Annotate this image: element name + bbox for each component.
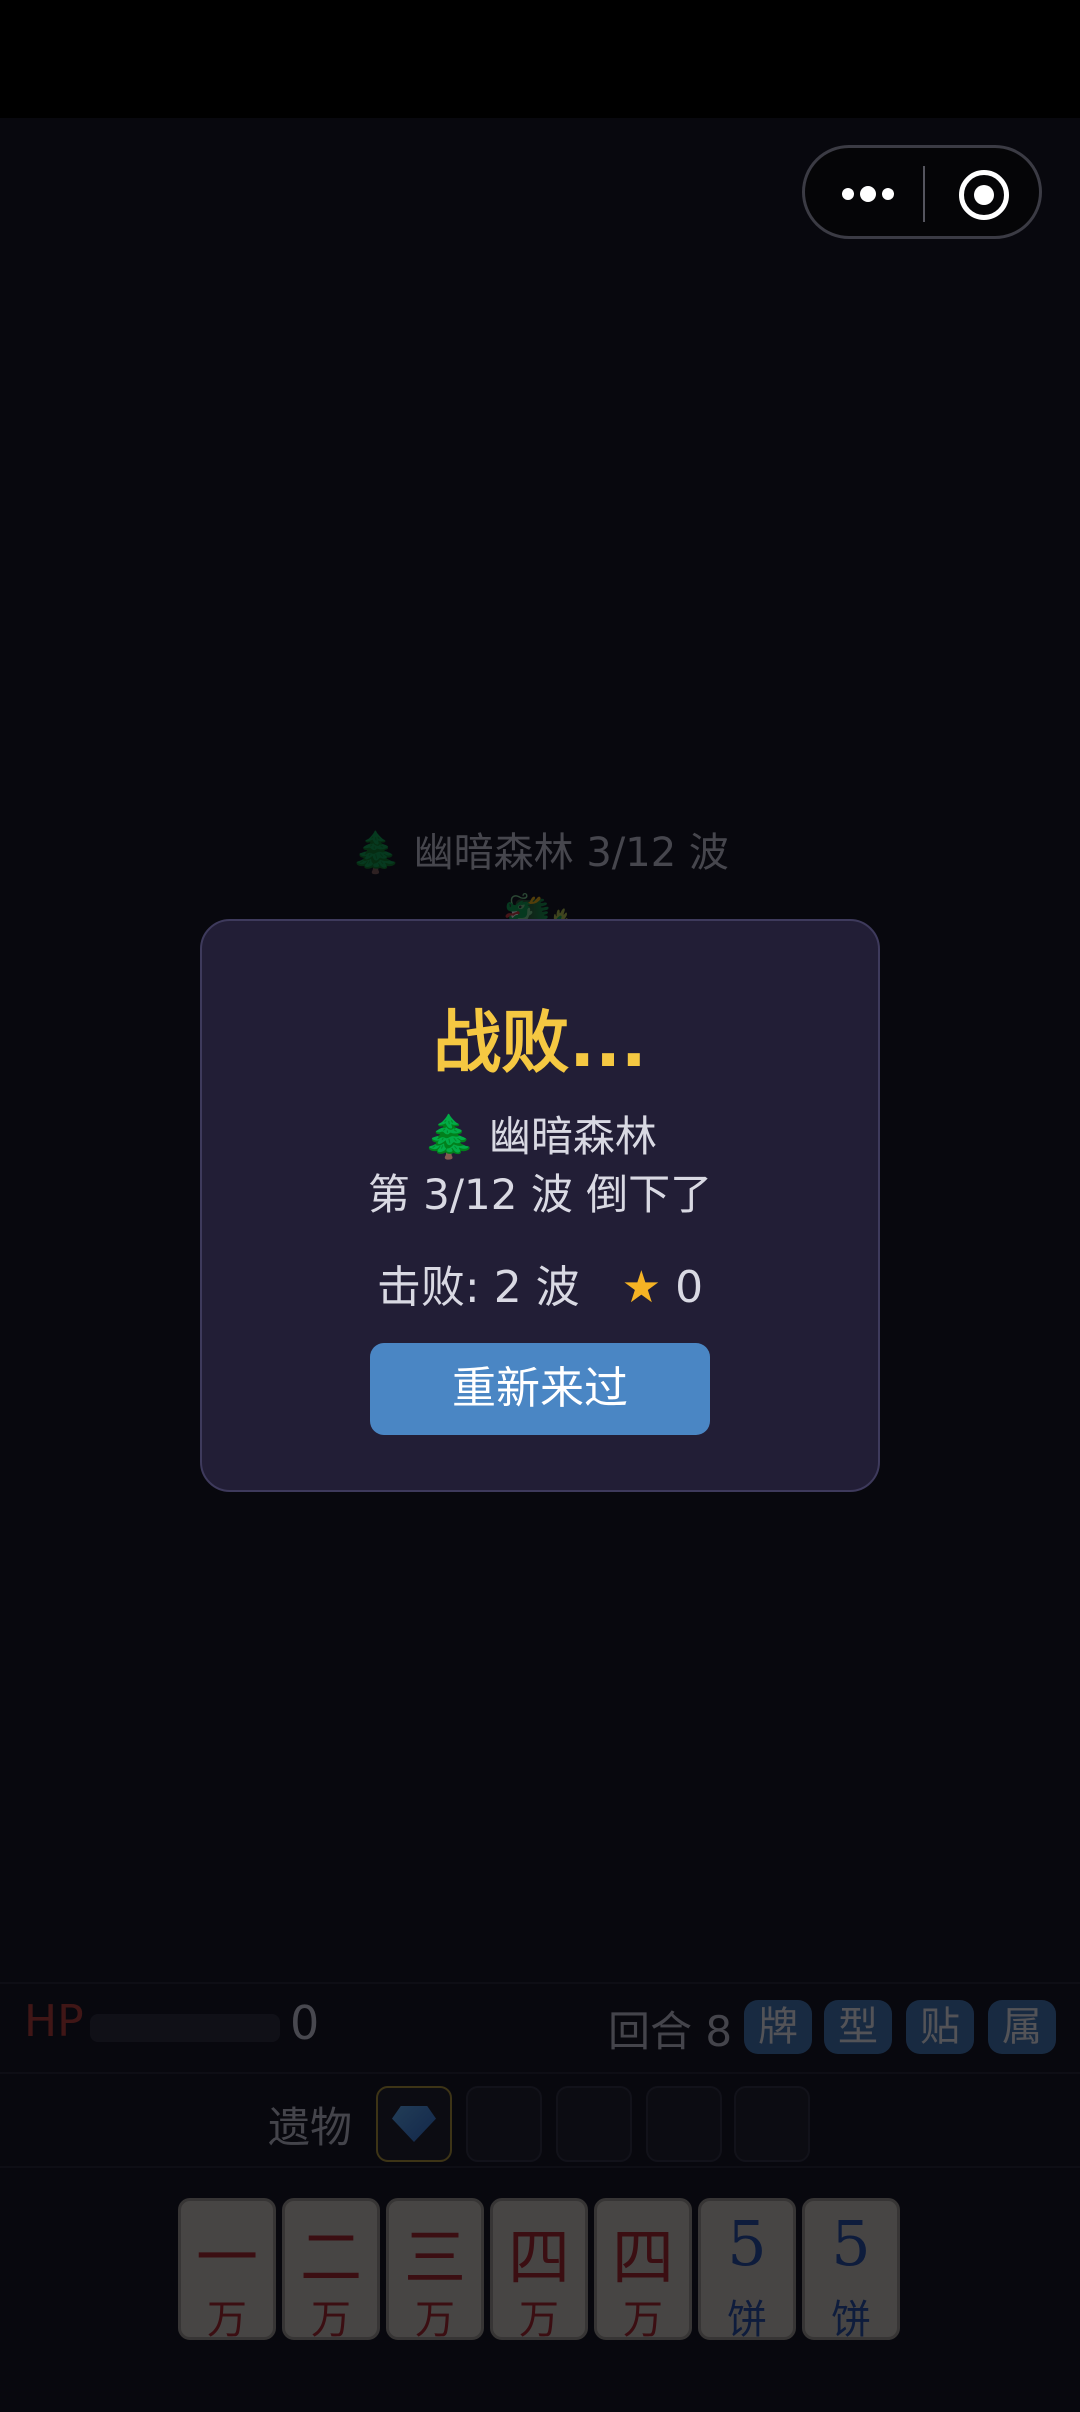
dialog-title: 战败... bbox=[433, 1004, 647, 1083]
defeat-dialog: 战败... 🌲 幽暗森林 第 3/12 波 倒下了 击败: 2 波 ★ 0 重新… bbox=[200, 919, 880, 1492]
tile-suit: 万 bbox=[311, 2297, 351, 2343]
tile-number: 5 bbox=[831, 2207, 871, 2280]
relic-slot[interactable] bbox=[556, 2086, 632, 2162]
mahjong-tile[interactable]: 5 饼 bbox=[698, 2198, 796, 2343]
dialog-stage-name: 幽暗森林 bbox=[488, 1112, 657, 1161]
round-counter: 回合 8 bbox=[608, 2007, 733, 2056]
tile-suit: 饼 bbox=[831, 2297, 871, 2343]
relic-slot[interactable] bbox=[466, 2086, 542, 2162]
stickers-button[interactable]: 贴 bbox=[906, 2000, 974, 2054]
tile-suit: 万 bbox=[519, 2297, 559, 2343]
relic-slot[interactable] bbox=[376, 2086, 452, 2162]
defeated-count: 击败: 2 波 bbox=[376, 1262, 580, 1313]
tile-number: 四 bbox=[611, 2221, 674, 2294]
tile-suit: 饼 bbox=[727, 2297, 767, 2343]
relic-row: 遗物 bbox=[0, 2072, 1080, 2168]
tile-suit: 万 bbox=[623, 2297, 663, 2343]
relic-label: 遗物 bbox=[268, 2103, 353, 2152]
stage-title: 🌲 幽暗森林 3/12 波 bbox=[351, 830, 729, 876]
attributes-button[interactable]: 属 bbox=[988, 2000, 1056, 2054]
patterns-button[interactable]: 型 bbox=[824, 2000, 892, 2054]
star-icon: ★ bbox=[593, 1262, 662, 1313]
tree-icon: 🌲 bbox=[423, 1112, 476, 1161]
gem-icon bbox=[392, 2106, 436, 2142]
tile-number: 三 bbox=[403, 2221, 466, 2294]
mahjong-tile[interactable]: 一 万 bbox=[178, 2198, 276, 2343]
mahjong-tile[interactable]: 三 万 bbox=[386, 2198, 484, 2343]
hud-bar: HP 0 回合 8 牌 型 贴 属 bbox=[0, 1982, 1080, 2074]
tile-number: 5 bbox=[727, 2207, 767, 2280]
retry-button[interactable]: 重新来过 bbox=[370, 1343, 710, 1435]
dialog-stage: 🌲 幽暗森林 bbox=[202, 1103, 878, 1164]
dialog-wave-text: 第 3/12 波 倒下了 bbox=[367, 1170, 713, 1219]
mahjong-tile[interactable]: 5 饼 bbox=[802, 2198, 900, 2343]
dialog-stats: 击败: 2 波 ★ 0 bbox=[202, 1251, 878, 1315]
tile-number: 二 bbox=[299, 2221, 362, 2294]
hp-label: HP bbox=[24, 1996, 84, 2047]
status-bar bbox=[0, 0, 1080, 118]
hp-value: 0 bbox=[290, 1996, 320, 2050]
tile-suit: 万 bbox=[207, 2297, 247, 2343]
relic-slot[interactable] bbox=[734, 2086, 810, 2162]
mahjong-tile[interactable]: 四 万 bbox=[490, 2198, 588, 2343]
mahjong-tile[interactable]: 四 万 bbox=[594, 2198, 692, 2343]
tile-number: 四 bbox=[507, 2221, 570, 2294]
tile-number: 一 bbox=[195, 2221, 258, 2294]
tile-suit: 万 bbox=[415, 2297, 455, 2343]
star-count: 0 bbox=[675, 1262, 704, 1313]
mahjong-tile[interactable]: 二 万 bbox=[282, 2198, 380, 2343]
relic-slot[interactable] bbox=[646, 2086, 722, 2162]
hp-bar bbox=[90, 2014, 280, 2042]
tiles-button[interactable]: 牌 bbox=[744, 2000, 812, 2054]
